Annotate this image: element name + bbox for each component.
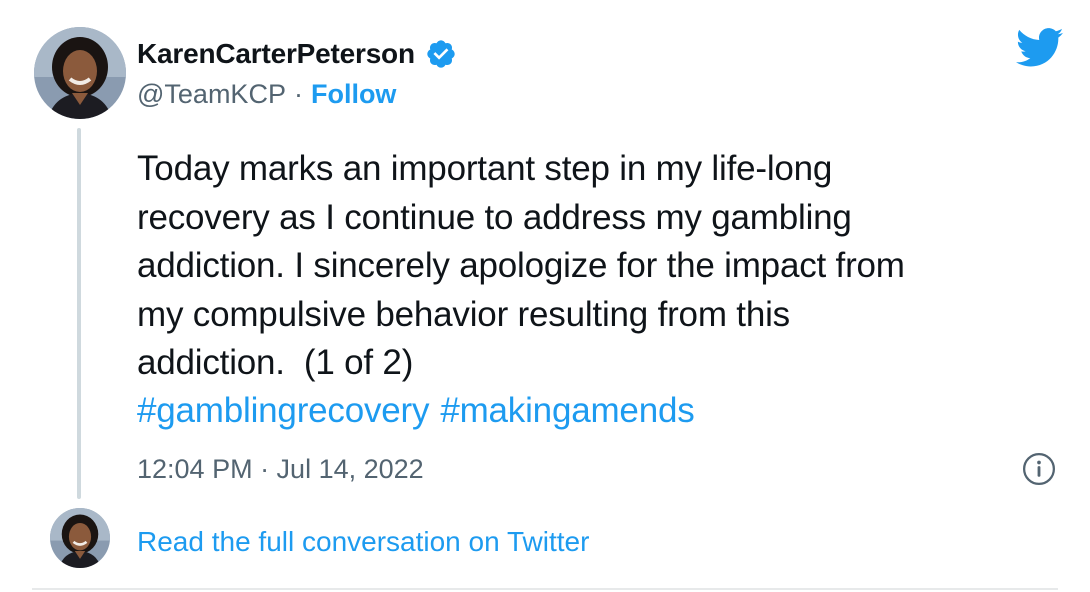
author-name-row: KarenCarterPeterson (137, 36, 457, 72)
conversation-avatar[interactable] (50, 508, 110, 568)
separator-dot: · (293, 78, 303, 109)
twitter-bird-icon[interactable] (1016, 28, 1064, 68)
author-avatar[interactable] (34, 27, 126, 119)
hashtag-link[interactable]: #gamblingrecovery (137, 387, 430, 435)
hashtag-link[interactable]: #makingamends (440, 387, 694, 435)
thread-connector-line (77, 128, 81, 499)
hashtag-row: #gamblingrecovery #makingamends (137, 387, 695, 435)
tweet-text-line: addiction. (1 of 2) (137, 343, 414, 382)
tweet-text-line: Today marks an important step in my life… (137, 149, 833, 188)
tweet-text-line: recovery as I continue to address my gam… (137, 197, 852, 237)
tweet-text-line: my compulsive behavior resulting from th… (137, 294, 790, 334)
author-handle-row: @TeamKCP · Follow (137, 78, 396, 110)
read-full-conversation-link[interactable]: Read the full conversation on Twitter (137, 524, 589, 560)
avatar-image (34, 27, 126, 119)
embedded-tweet-card: KarenCarterPeterson @TeamKCP · Follow To… (0, 0, 1090, 592)
tweet-text-line: addiction. I sincerely apologize for the… (137, 246, 905, 285)
author-handle[interactable]: @TeamKCP (137, 79, 286, 110)
tweet-timestamp[interactable]: 12:04 PM · Jul 14, 2022 (137, 452, 424, 486)
card-divider (32, 588, 1058, 590)
tweet-body: Today marks an important step in my life… (137, 145, 1057, 388)
avatar-image (50, 508, 110, 568)
verified-badge-icon (427, 40, 455, 68)
author-display-name[interactable]: KarenCarterPeterson (137, 38, 415, 70)
follow-button[interactable]: Follow (311, 79, 396, 110)
info-icon[interactable] (1022, 452, 1056, 486)
